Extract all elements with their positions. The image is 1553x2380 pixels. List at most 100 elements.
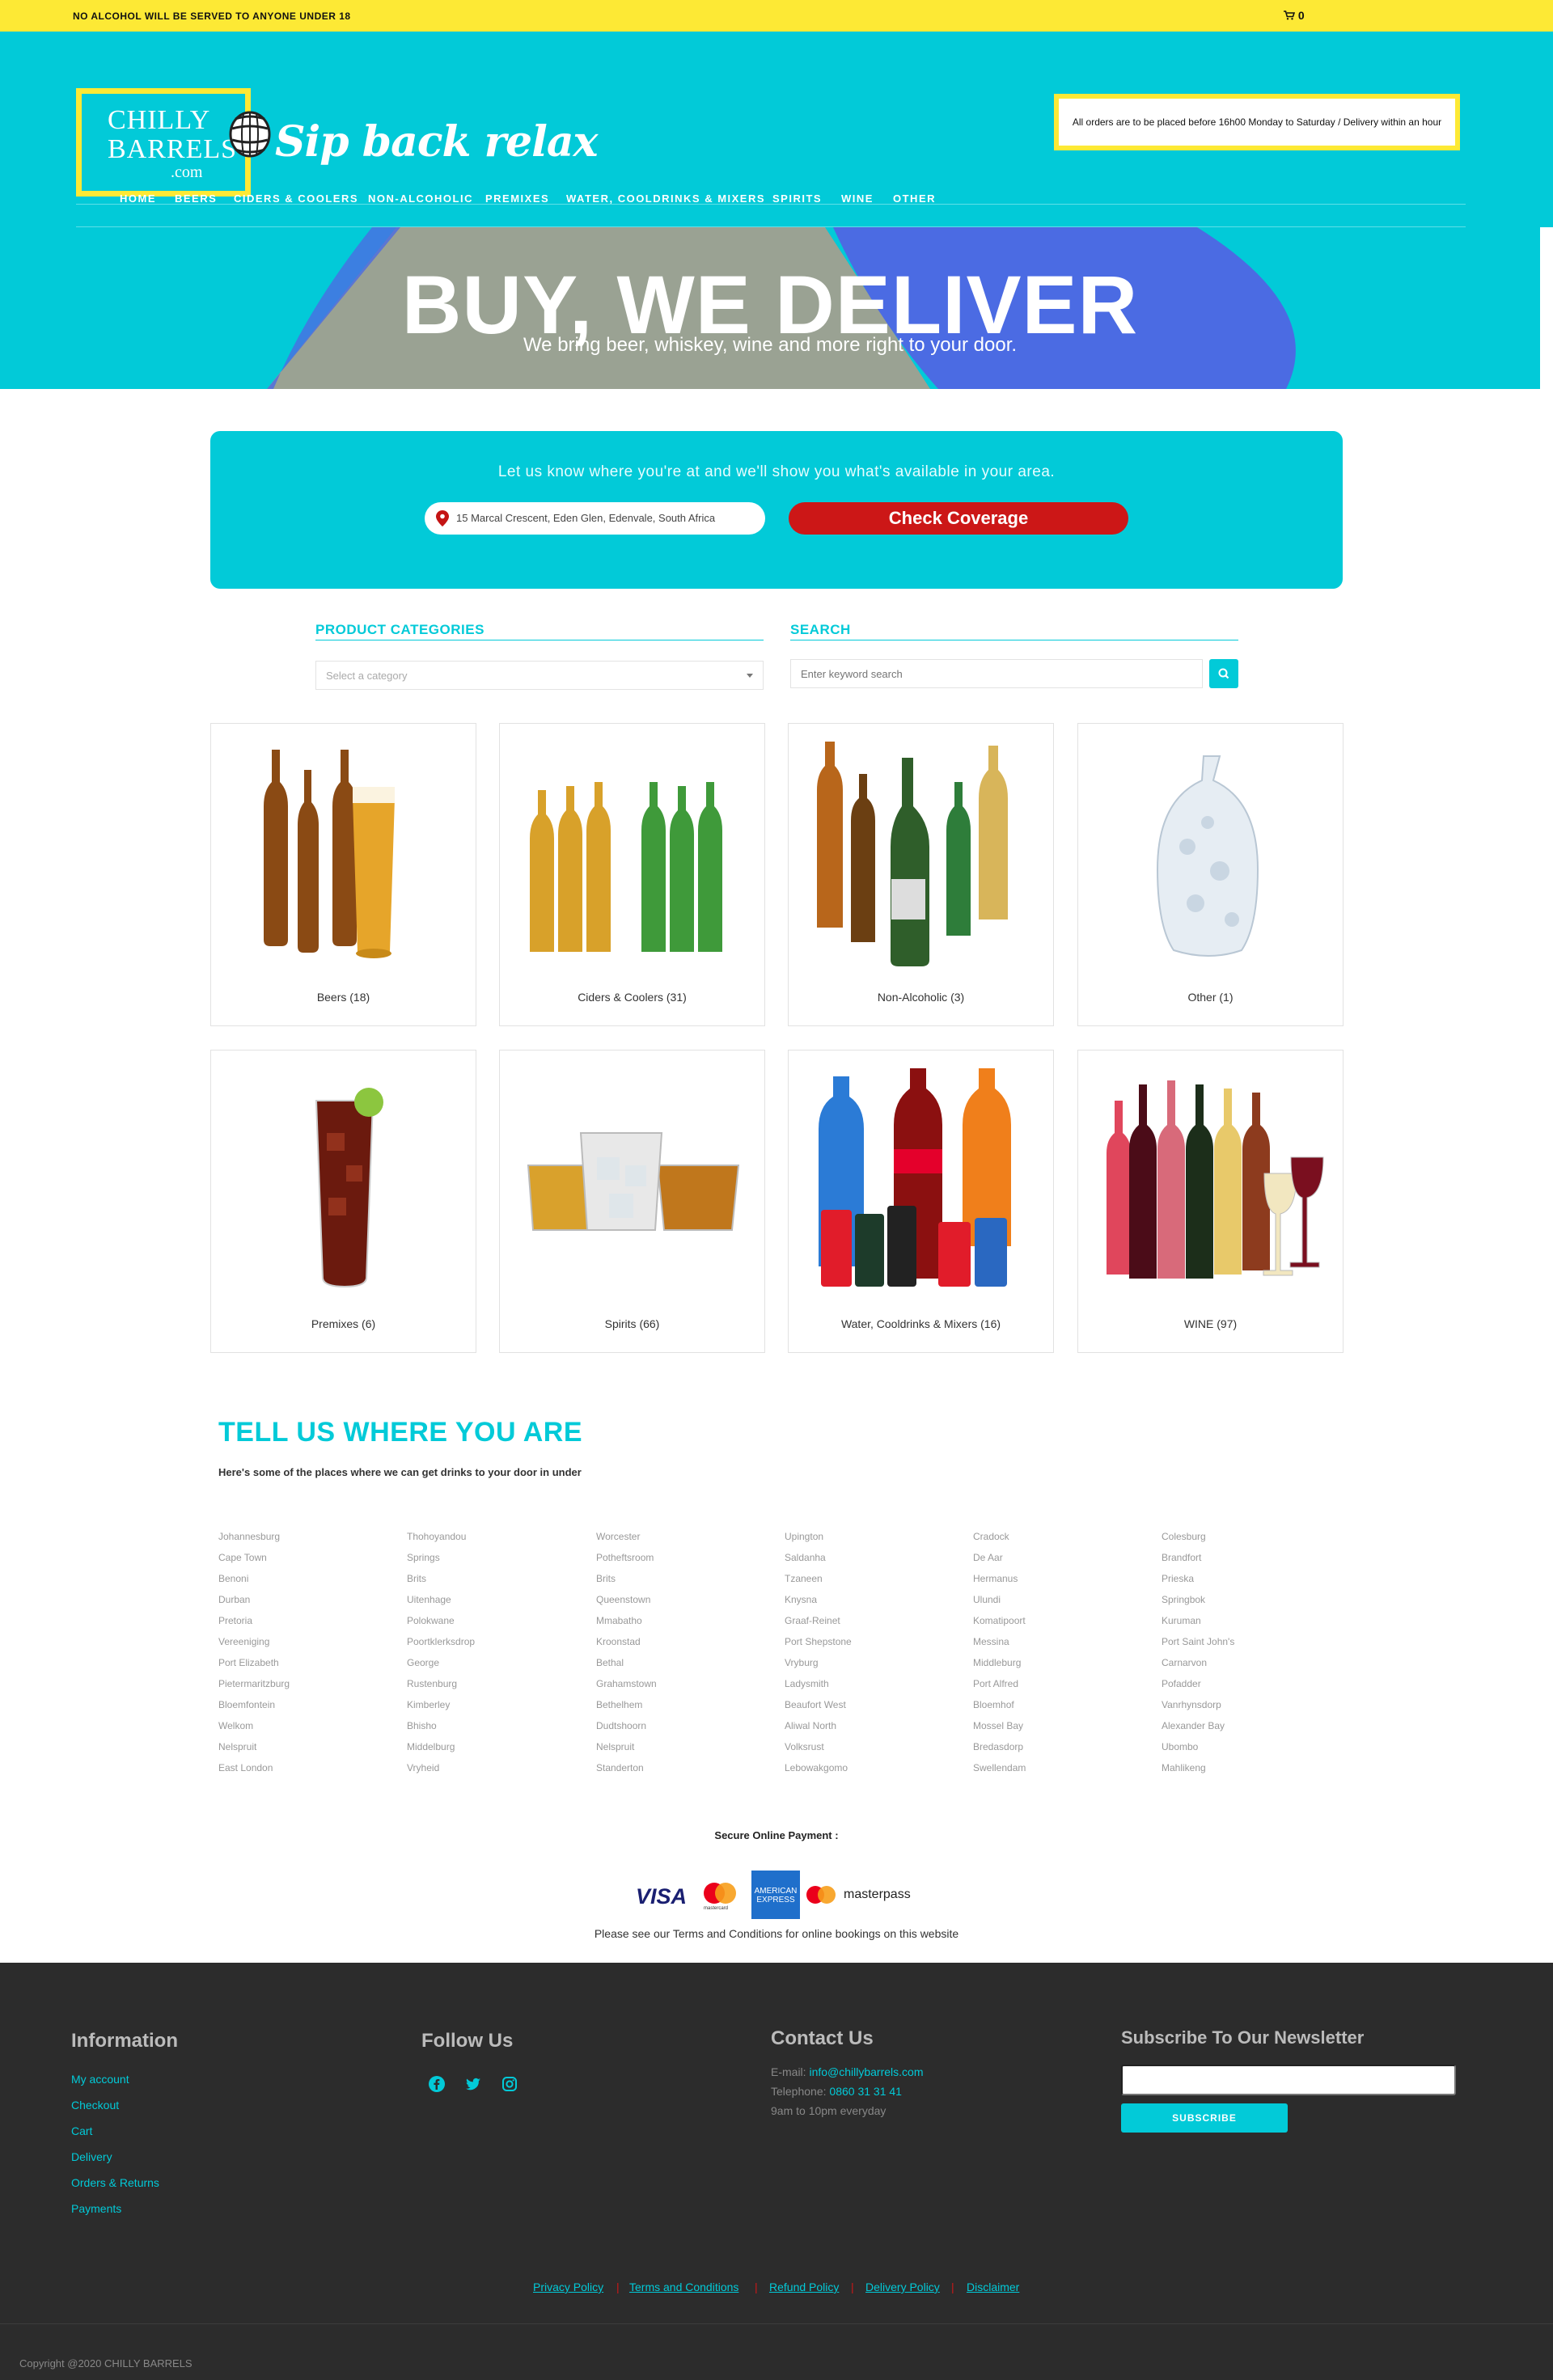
newsletter-email-input[interactable] bbox=[1121, 2065, 1456, 2095]
footer-link-cart[interactable]: Cart bbox=[71, 2124, 92, 2137]
location-item: Dudtshoorn bbox=[596, 1720, 647, 1731]
location-item: Ubombo bbox=[1162, 1741, 1199, 1752]
contact-phone-row: Telephone: 0860 31 31 41 bbox=[771, 2085, 902, 2098]
footer-link-orders-returns[interactable]: Orders & Returns bbox=[71, 2176, 159, 2189]
facebook-icon[interactable] bbox=[428, 2075, 446, 2093]
footer-disclaimer[interactable]: Disclaimer bbox=[967, 2281, 1019, 2293]
location-item: Aliwal North bbox=[785, 1720, 837, 1731]
nav-spirits[interactable]: SPIRITS bbox=[772, 192, 822, 205]
footer-link-payments[interactable]: Payments bbox=[71, 2202, 121, 2215]
category-label: Non-Alcoholic (3) bbox=[877, 991, 965, 1004]
amex-line-2: EXPRESS bbox=[756, 1896, 795, 1904]
search-icon bbox=[1218, 668, 1229, 679]
category-card-non-alcoholic[interactable]: Non-Alcoholic (3) bbox=[788, 723, 1054, 1026]
nav-home[interactable]: HOME bbox=[120, 192, 156, 205]
category-card-wine[interactable]: WINE (97) bbox=[1077, 1050, 1344, 1353]
location-item: Brandfort bbox=[1162, 1552, 1202, 1563]
coverage-checker: Let us know where you're at and we'll sh… bbox=[210, 431, 1343, 589]
age-warning-bar: NO ALCOHOL WILL BE SERVED TO ANYONE UNDE… bbox=[0, 0, 1553, 32]
contact-hours: 9am to 10pm everyday bbox=[771, 2104, 887, 2117]
category-label: Spirits (66) bbox=[604, 1317, 660, 1330]
location-item: Port Alfred bbox=[973, 1678, 1019, 1689]
hero-subtitle: We bring beer, whiskey, wine and more ri… bbox=[523, 334, 1018, 356]
location-item: Uitenhage bbox=[407, 1594, 451, 1605]
footer-refund-policy[interactable]: Refund Policy bbox=[769, 2281, 839, 2293]
category-select[interactable]: Select a category bbox=[315, 661, 764, 690]
footer-separator: | bbox=[851, 2281, 854, 2293]
category-card-ciders-coolers[interactable]: Ciders & Coolers (31) bbox=[499, 723, 765, 1026]
address-value: 15 Marcal Crescent, Eden Glen, Edenvale,… bbox=[456, 512, 716, 524]
category-label: WINE (97) bbox=[1183, 1317, 1238, 1330]
coverage-lead: Let us know where you're at and we'll sh… bbox=[497, 463, 1056, 480]
beers-image bbox=[264, 750, 395, 958]
nav-water-cooldrinks-mixers[interactable]: WATER, COOLDRINKS & MIXERS bbox=[566, 192, 765, 205]
masterpass-icon bbox=[806, 1886, 836, 1904]
map-pin-icon bbox=[436, 510, 449, 526]
email-link[interactable]: info@chillybarrels.com bbox=[809, 2065, 923, 2078]
search-input[interactable] bbox=[790, 659, 1203, 688]
location-item: Beaufort West bbox=[785, 1699, 846, 1710]
search-button[interactable] bbox=[1209, 659, 1238, 688]
subscribe-button[interactable]: SUBSCRIBE bbox=[1121, 2103, 1288, 2133]
age-warning-text: NO ALCOHOL WILL BE SERVED TO ANYONE UNDE… bbox=[73, 11, 351, 22]
mastercard-label: mastercard bbox=[704, 1906, 729, 1911]
category-label: Ciders & Coolers (31) bbox=[578, 991, 687, 1004]
footer-privacy-policy[interactable]: Privacy Policy bbox=[533, 2281, 603, 2293]
nav-ciders-coolers[interactable]: CIDERS & COOLERS bbox=[234, 192, 358, 205]
twitter-icon[interactable] bbox=[464, 2075, 482, 2093]
location-item: Port Saint John's bbox=[1162, 1636, 1235, 1647]
instagram-icon[interactable] bbox=[501, 2075, 518, 2093]
location-item: Poortklerksdrop bbox=[407, 1636, 476, 1647]
hero-banner: BUY, WE DELIVER We bring beer, whiskey, … bbox=[0, 227, 1540, 389]
location-item: Vereeniging bbox=[218, 1636, 270, 1647]
chevron-down-icon bbox=[747, 674, 753, 678]
location-item: Port Elizabeth bbox=[218, 1657, 279, 1668]
location-item: Lebowakgomo bbox=[785, 1762, 848, 1773]
category-card-premixes[interactable]: Premixes (6) bbox=[210, 1050, 476, 1353]
payment-logos: VISA mastercard AMERICAN EXPRESS masterp… bbox=[636, 1871, 919, 1919]
address-input[interactable]: 15 Marcal Crescent, Eden Glen, Edenvale,… bbox=[425, 502, 765, 535]
terms-notice: Please see our Terms and Conditions for … bbox=[594, 1927, 959, 1940]
footer-delivery-policy[interactable]: Delivery Policy bbox=[865, 2281, 940, 2293]
ciders-coolers-image bbox=[530, 782, 722, 952]
check-coverage-button[interactable]: Check Coverage bbox=[789, 502, 1128, 535]
search-label: SEARCH bbox=[790, 622, 851, 637]
location-item: Springbok bbox=[1162, 1594, 1206, 1605]
location-item: Cape Town bbox=[218, 1552, 267, 1563]
location-item: Cradock bbox=[973, 1531, 1009, 1542]
email-label: E-mail: bbox=[771, 2065, 806, 2078]
cart-link[interactable]: 0 bbox=[1284, 9, 1305, 22]
location-item: Springs bbox=[407, 1552, 440, 1563]
location-item: Bredasdorp bbox=[973, 1741, 1024, 1752]
newsletter-heading: Subscribe To Our Newsletter bbox=[1121, 2027, 1365, 2048]
location-item: Bloemfontein bbox=[218, 1699, 276, 1710]
location-item: Thohoyandou bbox=[407, 1531, 467, 1542]
footer-link-delivery[interactable]: Delivery bbox=[71, 2150, 112, 2163]
category-card-beers[interactable]: Beers (18) bbox=[210, 723, 476, 1026]
category-card-water-cooldrinks-mixers[interactable]: Water, Cooldrinks & Mixers (16) bbox=[788, 1050, 1054, 1353]
nav-non-alcoholic[interactable]: NON-ALCOHOLIC bbox=[368, 192, 473, 205]
logo-line-1: CHILLY bbox=[108, 105, 211, 135]
phone-link[interactable]: 0860 31 31 41 bbox=[829, 2085, 902, 2098]
category-card-spirits[interactable]: Spirits (66) bbox=[499, 1050, 765, 1353]
tagline: Sip back relax bbox=[275, 117, 599, 167]
category-label: Other (1) bbox=[1187, 991, 1234, 1004]
amex-logo: AMERICAN EXPRESS bbox=[751, 1871, 800, 1919]
nav-wine[interactable]: WINE bbox=[841, 192, 874, 205]
footer-separator: | bbox=[951, 2281, 954, 2293]
nav-other[interactable]: OTHER bbox=[893, 192, 936, 205]
spirits-image bbox=[527, 1132, 740, 1231]
nav-beers[interactable]: BEERS bbox=[175, 192, 217, 205]
nav-premixes[interactable]: PREMIXES bbox=[485, 192, 549, 205]
footer-link-checkout[interactable]: Checkout bbox=[71, 2099, 119, 2112]
location-item: Kuruman bbox=[1162, 1615, 1201, 1626]
location-item: Benoni bbox=[218, 1573, 249, 1584]
footer-divider bbox=[0, 2323, 1553, 2324]
location-item: Tzaneen bbox=[785, 1573, 823, 1584]
category-card-other[interactable]: Other (1) bbox=[1077, 723, 1344, 1026]
footer-link-my-account[interactable]: My account bbox=[71, 2073, 129, 2086]
location-item: Brits bbox=[407, 1573, 426, 1584]
footer-terms[interactable]: Terms and Conditions bbox=[629, 2281, 738, 2293]
site-logo[interactable]: CHILLY BARRELS .com bbox=[76, 88, 251, 197]
location-item: George bbox=[407, 1657, 440, 1668]
